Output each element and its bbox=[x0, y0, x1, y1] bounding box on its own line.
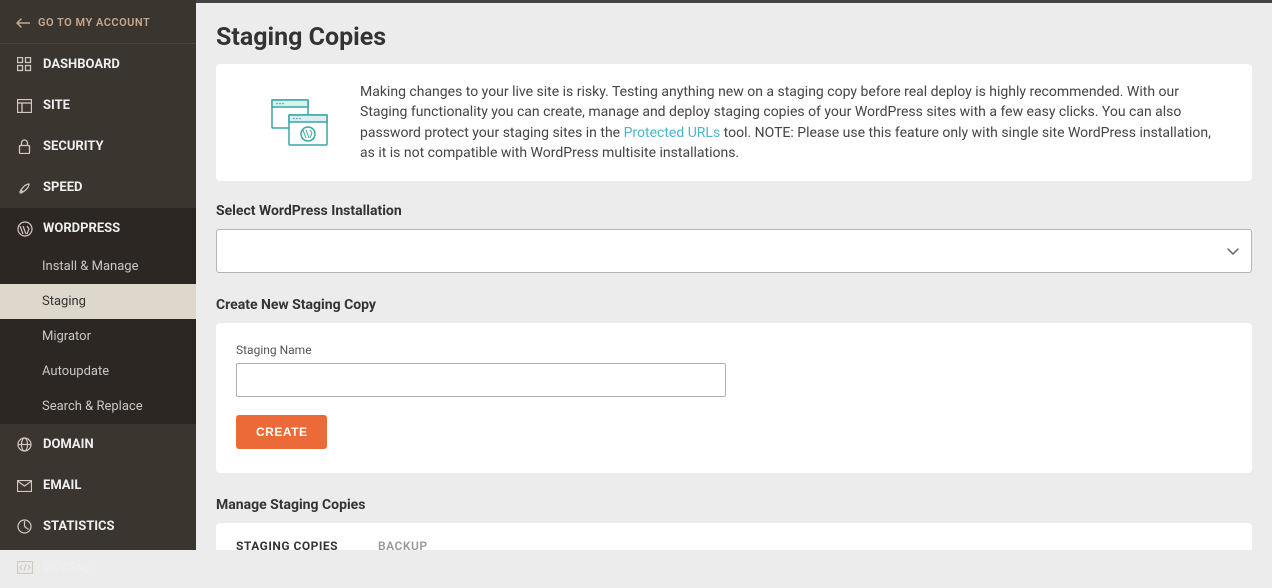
nav-security-label: SECURITY bbox=[43, 139, 104, 154]
sub-staging-label: Staging bbox=[42, 294, 86, 309]
sub-migrator-label: Migrator bbox=[42, 329, 91, 344]
page-title: Staging Copies bbox=[216, 23, 1252, 52]
sub-search-label: Search & Replace bbox=[42, 399, 143, 414]
manage-label: Manage Staging Copies bbox=[216, 497, 1252, 513]
nav-email-label: EMAIL bbox=[43, 478, 81, 493]
devs-icon bbox=[16, 559, 33, 576]
info-text: Making changes to your live site is risk… bbox=[360, 82, 1228, 163]
tab-staging-copies[interactable]: STAGING COPIES bbox=[216, 523, 358, 550]
email-icon bbox=[16, 477, 33, 494]
statistics-icon bbox=[16, 518, 33, 535]
nav-domain[interactable]: DOMAIN bbox=[0, 424, 196, 465]
sub-autoupdate[interactable]: Autoupdate bbox=[0, 354, 196, 389]
nav-wordpress-section: WORDPRESS Install & Manage Staging Migra… bbox=[0, 208, 196, 424]
domain-icon bbox=[16, 436, 33, 453]
create-button[interactable]: CREATE bbox=[236, 415, 327, 449]
sub-install-label: Install & Manage bbox=[42, 259, 138, 274]
sub-staging[interactable]: Staging bbox=[0, 284, 196, 319]
tab-backup[interactable]: BACKUP bbox=[358, 523, 448, 550]
nav-security[interactable]: SECURITY bbox=[0, 126, 196, 167]
tabs-card: STAGING COPIES BACKUP bbox=[216, 523, 1252, 550]
create-staging-card: Staging Name CREATE bbox=[216, 323, 1252, 473]
nav-dashboard-label: DASHBOARD bbox=[43, 57, 120, 72]
nav-wordpress-label: WORDPRESS bbox=[43, 221, 120, 236]
protected-urls-link[interactable]: Protected URLs bbox=[624, 125, 721, 141]
nav-statistics[interactable]: STATISTICS bbox=[0, 506, 196, 547]
select-install-label: Select WordPress Installation bbox=[216, 203, 1252, 219]
sidebar: GO TO MY ACCOUNT DASHBOARD SITE SECURITY… bbox=[0, 0, 196, 550]
back-arrow-icon bbox=[16, 18, 30, 28]
site-icon bbox=[16, 97, 33, 114]
back-link-label: GO TO MY ACCOUNT bbox=[38, 16, 150, 29]
security-icon bbox=[16, 138, 33, 155]
nav-domain-label: DOMAIN bbox=[43, 437, 94, 452]
nav-site-label: SITE bbox=[43, 98, 70, 113]
staging-name-input[interactable] bbox=[236, 363, 726, 397]
nav-dashboard[interactable]: DASHBOARD bbox=[0, 44, 196, 85]
sub-install-manage[interactable]: Install & Manage bbox=[0, 249, 196, 284]
back-to-account-link[interactable]: GO TO MY ACCOUNT bbox=[0, 0, 196, 44]
speed-icon bbox=[16, 179, 33, 196]
nav-email[interactable]: EMAIL bbox=[0, 465, 196, 506]
nav-devs[interactable]: DEVSag bbox=[0, 547, 196, 588]
nav-statistics-label: STATISTICS bbox=[43, 519, 115, 534]
chevron-down-icon bbox=[1227, 248, 1239, 255]
nav-wordpress[interactable]: WORDPRESS bbox=[0, 208, 196, 249]
staging-name-label: Staging Name bbox=[236, 343, 1232, 357]
nav-speed-label: SPEED bbox=[43, 180, 82, 195]
create-section-label: Create New Staging Copy bbox=[216, 297, 1252, 313]
nav-site[interactable]: SITE bbox=[0, 85, 196, 126]
nav-speed[interactable]: SPEED bbox=[0, 167, 196, 208]
nav-devs-label: DEVS bbox=[43, 560, 75, 575]
sub-migrator[interactable]: Migrator bbox=[0, 319, 196, 354]
dashboard-icon bbox=[16, 56, 33, 73]
main-content: Staging Copies Making changes to your li… bbox=[196, 0, 1272, 550]
sub-search-replace[interactable]: Search & Replace bbox=[0, 389, 196, 424]
info-card: Making changes to your live site is risk… bbox=[216, 64, 1252, 181]
install-select[interactable] bbox=[216, 229, 1252, 273]
install-select-wrap bbox=[216, 229, 1252, 273]
sub-autoupdate-label: Autoupdate bbox=[42, 364, 109, 379]
staging-illustration-icon bbox=[240, 82, 360, 163]
wordpress-icon bbox=[16, 220, 33, 237]
